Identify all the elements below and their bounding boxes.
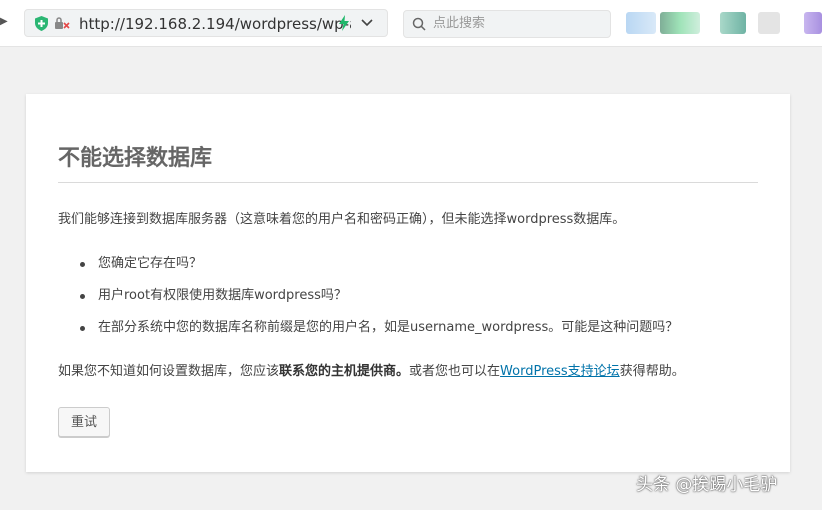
help-bold: 联系您的主机提供商。 xyxy=(279,364,410,379)
help-prefix: 如果您不知道如何设置数据库，您应该 xyxy=(58,364,280,379)
extension-icon[interactable] xyxy=(720,12,746,34)
address-bar[interactable]: http://192.168.2.194/wordpress/wp-ac xyxy=(24,9,388,37)
browser-toolbar: ▶ http://192.168.2.194/wordpress/wp-ac 点… xyxy=(0,0,822,47)
insecure-lock-icon[interactable] xyxy=(54,16,70,30)
extension-icon[interactable] xyxy=(660,12,700,34)
search-box[interactable]: 点此搜索 xyxy=(403,10,611,38)
checklist: 您确定它存在吗？ 用户root有权限使用数据库wordpress吗？ 在部分系统… xyxy=(58,254,678,350)
extension-icon[interactable] xyxy=(758,12,780,34)
shield-icon[interactable] xyxy=(35,16,48,31)
watermark-text: 头条 @挨踢小毛驴 xyxy=(636,475,778,495)
support-forum-link[interactable]: WordPress支持论坛 xyxy=(500,364,620,379)
help-middle: 或者您也可以在 xyxy=(409,364,501,379)
list-item: 您确定它存在吗？ xyxy=(58,254,678,286)
help-text: 如果您不知道如何设置数据库，您应该联系您的主机提供商。或者您也可以在WordPr… xyxy=(58,362,685,382)
error-card: 不能选择数据库 我们能够连接到数据库服务器（这意味着您的用户名和密码正确），但未… xyxy=(26,94,790,472)
list-item: 用户root有权限使用数据库wordpress吗？ xyxy=(58,286,678,318)
title-divider xyxy=(58,182,758,183)
retry-button[interactable]: 重试 xyxy=(58,407,110,437)
extension-icon[interactable] xyxy=(626,12,656,34)
intro-text: 我们能够连接到数据库服务器（这意味着您的用户名和密码正确），但未能选择wordp… xyxy=(58,212,626,227)
list-item: 在部分系统中您的数据库名称前缀是您的用户名，如是username_wordpre… xyxy=(58,318,678,350)
chevron-down-icon[interactable] xyxy=(361,19,373,27)
search-icon xyxy=(412,17,426,31)
back-arrow-icon[interactable]: ▶ xyxy=(0,16,8,27)
url-text[interactable]: http://192.168.2.194/wordpress/wp-ac xyxy=(79,15,351,33)
extension-icon[interactable] xyxy=(804,12,822,34)
lightning-icon[interactable] xyxy=(338,15,350,31)
help-suffix: 获得帮助。 xyxy=(619,364,685,379)
search-input[interactable]: 点此搜索 xyxy=(433,16,485,32)
page-title: 不能选择数据库 xyxy=(58,146,213,171)
